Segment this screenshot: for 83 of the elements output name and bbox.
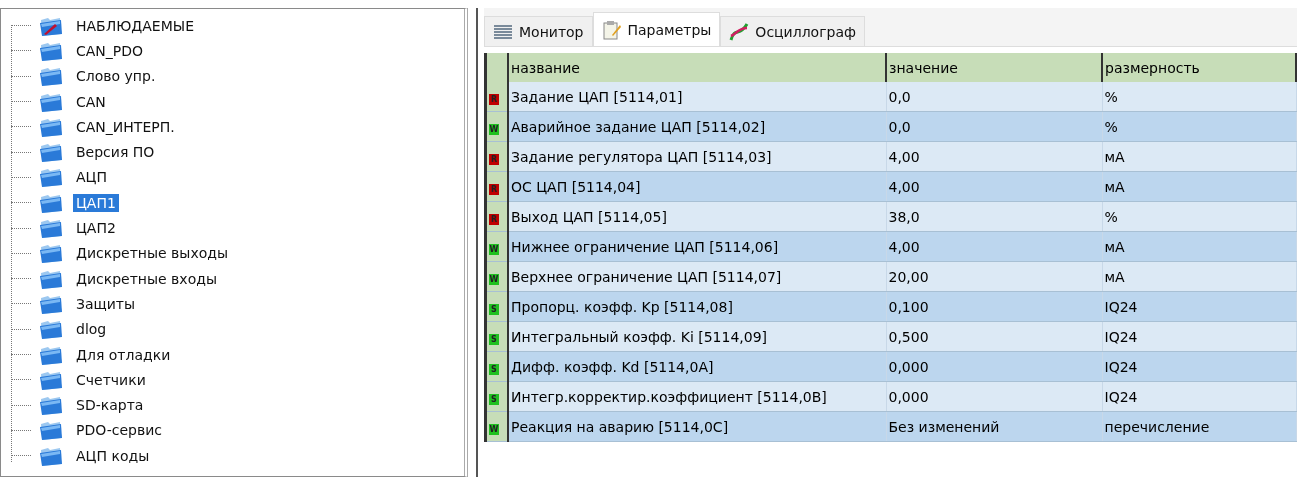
access-marker: R xyxy=(489,93,499,105)
table-cell: мА xyxy=(1102,141,1296,172)
tab[interactable]: Параметры xyxy=(592,12,721,46)
table-cell: Реакция на аварию [5114,0C] xyxy=(508,411,886,442)
tree-item[interactable]: Для отладки xyxy=(73,345,174,364)
table-cell: IQ24 xyxy=(1102,381,1296,412)
table-cell: Без изменений xyxy=(886,411,1102,442)
table-cell: 0,0 xyxy=(886,82,1102,112)
table-cell: 0,500 xyxy=(886,321,1102,352)
table-cell: перечисление xyxy=(1102,411,1296,442)
table-cell: IQ24 xyxy=(1102,321,1296,352)
table-cell: 20,00 xyxy=(886,261,1102,292)
tree-item[interactable]: Слово упр. xyxy=(73,67,159,86)
tree-item[interactable]: Защиты xyxy=(73,294,139,313)
tree-item[interactable]: Дискретные входы xyxy=(73,269,220,288)
folder-icon xyxy=(39,217,63,239)
table-cell: Верхнее ограничение ЦАП [5114,07] xyxy=(508,261,886,292)
column-header[interactable]: название xyxy=(508,53,886,82)
table-cell: 4,00 xyxy=(886,171,1102,202)
table-cell: 0,000 xyxy=(886,381,1102,412)
tree-item[interactable]: ЦАП2 xyxy=(73,219,119,237)
table-cell: Нижнее ограничение ЦАП [5114,06] xyxy=(508,231,886,262)
table-cell: IQ24 xyxy=(1102,351,1296,382)
tree-item[interactable]: ЦАП1 xyxy=(73,193,119,212)
table-cell: 0,0 xyxy=(886,111,1102,142)
access-marker: W xyxy=(489,243,499,255)
tree-item[interactable]: АЦП xyxy=(73,168,110,187)
access-marker: S xyxy=(489,333,499,345)
table-cell: мА xyxy=(1102,171,1296,202)
table-cell: 0,100 xyxy=(886,291,1102,322)
access-marker: W xyxy=(489,273,499,285)
table-cell: Задание регулятора ЦАП [5114,03] xyxy=(508,141,886,172)
table-cell: мА xyxy=(1102,231,1296,262)
access-marker: S xyxy=(489,393,499,405)
clipboard-pencil-icon xyxy=(601,19,622,40)
tree-item[interactable]: Дискретные выходы xyxy=(73,244,231,263)
folder-icon xyxy=(39,242,63,265)
folder-icon xyxy=(39,141,63,164)
column-header[interactable]: значение xyxy=(886,53,1102,82)
folder-icon xyxy=(39,419,63,442)
table-cell: IQ24 xyxy=(1102,291,1296,322)
access-marker: R xyxy=(489,183,499,195)
tab[interactable]: Осциллограф xyxy=(720,16,865,46)
table-cell: Задание ЦАП [5114,01] xyxy=(508,82,886,112)
access-marker: W xyxy=(489,123,499,135)
table-cell: ОС ЦАП [5114,04] xyxy=(508,171,886,202)
folder-icon xyxy=(39,166,63,189)
table-cell: Интегральный коэфф. Ki [5114,09] xyxy=(508,321,886,352)
tree-item[interactable]: НАБЛЮДАЕМЫЕ xyxy=(73,16,197,35)
tree-item[interactable]: АЦП коды xyxy=(73,446,153,465)
access-marker: R xyxy=(489,213,499,225)
tree-item[interactable]: Счетчики xyxy=(73,370,149,389)
tree-item[interactable]: Версия ПО xyxy=(73,143,158,162)
tree-item[interactable]: SD-карта xyxy=(73,396,147,415)
table-cell: мА xyxy=(1102,261,1296,292)
table-cell: Пропорц. коэфф. Kp [5114,08] xyxy=(508,291,886,322)
table-cell: 38,0 xyxy=(886,201,1102,232)
table-cell: Выход ЦАП [5114,05] xyxy=(508,201,886,232)
column-header[interactable]: размерность xyxy=(1102,53,1296,82)
table-cell: Интегр.корректир.коэффициент [5114,0B] xyxy=(508,381,886,412)
table-cell: Дифф. коэфф. Kd [5114,0A] xyxy=(508,351,886,382)
access-marker: S xyxy=(489,363,499,375)
table-cell: % xyxy=(1102,111,1296,142)
tree-item[interactable]: PDO-сервис xyxy=(73,421,165,440)
tree-item[interactable]: CAN_PDO xyxy=(73,41,147,60)
tree-item[interactable]: CAN_ИНТЕРП. xyxy=(73,117,178,136)
table-cell: 4,00 xyxy=(886,141,1102,172)
tab[interactable]: Монитор xyxy=(484,16,593,46)
table-cell: Аварийное задание ЦАП [5114,02] xyxy=(508,111,886,142)
folder-icon xyxy=(39,394,63,417)
table-cell: % xyxy=(1102,82,1296,112)
table-cell: % xyxy=(1102,201,1296,232)
folder-icon xyxy=(39,65,63,88)
access-marker: R xyxy=(489,153,499,165)
table-cell: 4,00 xyxy=(886,231,1102,262)
folder-icon xyxy=(39,318,63,341)
chart-curve-icon xyxy=(729,21,750,42)
table-cell: 0,000 xyxy=(886,351,1102,382)
tree-item[interactable]: CAN xyxy=(73,92,109,111)
access-marker: W xyxy=(489,423,499,435)
tree-item[interactable]: dlog xyxy=(73,320,110,339)
access-marker: S xyxy=(489,303,499,315)
list-icon xyxy=(493,22,513,41)
